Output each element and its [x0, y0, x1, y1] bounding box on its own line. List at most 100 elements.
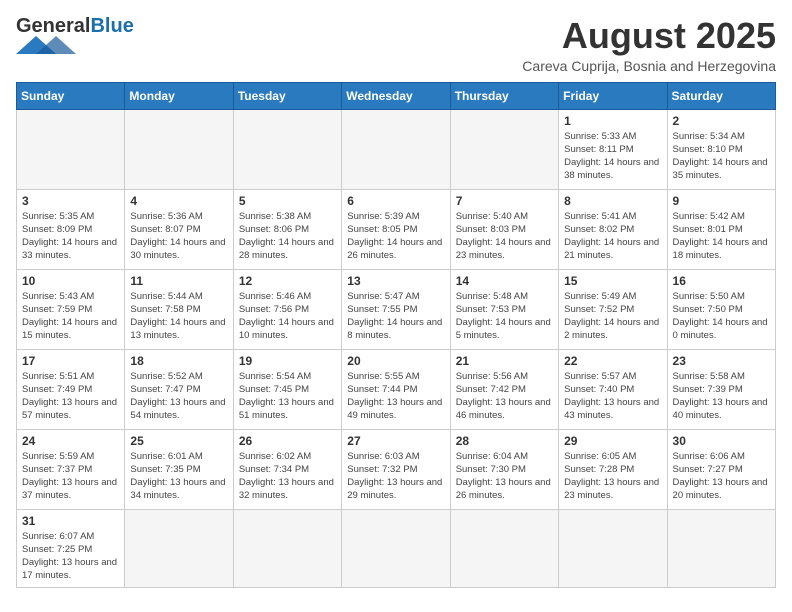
day-number: 9: [673, 194, 770, 208]
day-number: 26: [239, 434, 336, 448]
logo-text: GeneralBlue: [16, 16, 134, 36]
table-row: 10 Sunrise: 5:43 AM Sunset: 7:59 PM Dayli…: [17, 269, 125, 349]
table-row: 3 Sunrise: 5:35 AM Sunset: 8:09 PM Daylig…: [17, 189, 125, 269]
calendar-title: August 2025: [522, 16, 776, 56]
day-info: Sunrise: 6:06 AM Sunset: 7:27 PM Dayligh…: [673, 450, 770, 503]
table-row: 1Sunrise: 5:33 AM Sunset: 8:11 PM Daylig…: [559, 109, 667, 189]
calendar-week-row: 17Sunrise: 5:51 AM Sunset: 7:49 PM Dayli…: [17, 349, 776, 429]
calendar-subtitle: Careva Cuprija, Bosnia and Herzegovina: [522, 58, 776, 74]
table-row: 19 Sunrise: 5:54 AM Sunset: 7:45 PM Dayli…: [233, 349, 341, 429]
day-number: 24: [22, 434, 119, 448]
table-row: [559, 509, 667, 587]
table-row: 12Sunrise: 5:46 AM Sunset: 7:56 PM Dayli…: [233, 269, 341, 349]
day-number: 19: [239, 354, 336, 368]
day-info: Sunrise: 5:54 AM Sunset: 7:45 PM Dayligh…: [239, 370, 336, 423]
calendar-table: Sunday Monday Tuesday Wednesday Thursday…: [16, 82, 776, 588]
table-row: 6Sunrise: 5:39 AM Sunset: 8:05 PM Daylig…: [342, 189, 450, 269]
day-number: 21: [456, 354, 553, 368]
day-info: Sunrise: 5:42 AM Sunset: 8:01 PM Dayligh…: [673, 210, 770, 263]
day-number: 29: [564, 434, 661, 448]
day-number: 17: [22, 354, 119, 368]
day-info: Sunrise: 5:38 AM Sunset: 8:06 PM Dayligh…: [239, 210, 336, 263]
day-number: 3: [22, 194, 119, 208]
day-info: Sunrise: 5:59 AM Sunset: 7:37 PM Dayligh…: [22, 450, 119, 503]
table-row: 4Sunrise: 5:36 AM Sunset: 8:07 PM Daylig…: [125, 189, 233, 269]
table-row: 14 Sunrise: 5:48 AM Sunset: 7:53 PM Dayli…: [450, 269, 558, 349]
day-info: Sunrise: 5:48 AM Sunset: 7:53 PM Dayligh…: [456, 290, 553, 343]
table-row: 28Sunrise: 6:04 AM Sunset: 7:30 PM Dayli…: [450, 429, 558, 509]
day-number: 20: [347, 354, 444, 368]
day-info: Sunrise: 5:43 AM Sunset: 7:59 PM Dayligh…: [22, 290, 119, 343]
day-number: 27: [347, 434, 444, 448]
table-row: 2 Sunrise: 5:34 AM Sunset: 8:10 PM Daylig…: [667, 109, 775, 189]
day-info: Sunrise: 5:40 AM Sunset: 8:03 PM Dayligh…: [456, 210, 553, 263]
table-row: 29 Sunrise: 6:05 AM Sunset: 7:28 PM Dayli…: [559, 429, 667, 509]
day-number: 23: [673, 354, 770, 368]
header-friday: Friday: [559, 82, 667, 109]
table-row: 21 Sunrise: 5:56 AM Sunset: 7:42 PM Dayli…: [450, 349, 558, 429]
day-info: Sunrise: 5:56 AM Sunset: 7:42 PM Dayligh…: [456, 370, 553, 423]
day-info: Sunrise: 5:55 AM Sunset: 7:44 PM Dayligh…: [347, 370, 444, 423]
table-row: 24 Sunrise: 5:59 AM Sunset: 7:37 PM Dayli…: [17, 429, 125, 509]
day-info: Sunrise: 6:02 AM Sunset: 7:34 PM Dayligh…: [239, 450, 336, 503]
day-number: 13: [347, 274, 444, 288]
day-info: Sunrise: 5:57 AM Sunset: 7:40 PM Dayligh…: [564, 370, 661, 423]
calendar-week-row: 24 Sunrise: 5:59 AM Sunset: 7:37 PM Dayli…: [17, 429, 776, 509]
day-info: Sunrise: 5:58 AM Sunset: 7:39 PM Dayligh…: [673, 370, 770, 423]
table-row: 13 Sunrise: 5:47 AM Sunset: 7:55 PM Dayli…: [342, 269, 450, 349]
calendar-week-row: 31Sunrise: 6:07 AM Sunset: 7:25 PM Dayli…: [17, 509, 776, 587]
page-header: GeneralBlue August 2025 Careva Cuprija, …: [16, 16, 776, 74]
day-info: Sunrise: 5:34 AM Sunset: 8:10 PM Dayligh…: [673, 130, 770, 183]
day-info: Sunrise: 6:04 AM Sunset: 7:30 PM Dayligh…: [456, 450, 553, 503]
day-info: Sunrise: 5:47 AM Sunset: 7:55 PM Dayligh…: [347, 290, 444, 343]
table-row: 30 Sunrise: 6:06 AM Sunset: 7:27 PM Dayli…: [667, 429, 775, 509]
day-number: 15: [564, 274, 661, 288]
day-info: Sunrise: 6:05 AM Sunset: 7:28 PM Dayligh…: [564, 450, 661, 503]
day-info: Sunrise: 5:50 AM Sunset: 7:50 PM Dayligh…: [673, 290, 770, 343]
header-thursday: Thursday: [450, 82, 558, 109]
day-info: Sunrise: 5:36 AM Sunset: 8:07 PM Dayligh…: [130, 210, 227, 263]
header-saturday: Saturday: [667, 82, 775, 109]
table-row: 8 Sunrise: 5:41 AM Sunset: 8:02 PM Daylig…: [559, 189, 667, 269]
header-monday: Monday: [125, 82, 233, 109]
day-info: Sunrise: 6:01 AM Sunset: 7:35 PM Dayligh…: [130, 450, 227, 503]
day-number: 8: [564, 194, 661, 208]
day-number: 10: [22, 274, 119, 288]
table-row: 31Sunrise: 6:07 AM Sunset: 7:25 PM Dayli…: [17, 509, 125, 587]
table-row: [233, 509, 341, 587]
logo-general: General: [16, 15, 90, 37]
table-row: 16Sunrise: 5:50 AM Sunset: 7:50 PM Dayli…: [667, 269, 775, 349]
table-row: 27 Sunrise: 6:03 AM Sunset: 7:32 PM Dayli…: [342, 429, 450, 509]
table-row: [17, 109, 125, 189]
calendar-week-row: 3 Sunrise: 5:35 AM Sunset: 8:09 PM Daylig…: [17, 189, 776, 269]
day-info: Sunrise: 5:52 AM Sunset: 7:47 PM Dayligh…: [130, 370, 227, 423]
day-number: 30: [673, 434, 770, 448]
day-number: 25: [130, 434, 227, 448]
table-row: 11 Sunrise: 5:44 AM Sunset: 7:58 PM Dayli…: [125, 269, 233, 349]
day-info: Sunrise: 6:03 AM Sunset: 7:32 PM Dayligh…: [347, 450, 444, 503]
table-row: 20 Sunrise: 5:55 AM Sunset: 7:44 PM Dayli…: [342, 349, 450, 429]
day-info: Sunrise: 5:44 AM Sunset: 7:58 PM Dayligh…: [130, 290, 227, 343]
table-row: 18Sunrise: 5:52 AM Sunset: 7:47 PM Dayli…: [125, 349, 233, 429]
day-number: 2: [673, 114, 770, 128]
table-row: 22Sunrise: 5:57 AM Sunset: 7:40 PM Dayli…: [559, 349, 667, 429]
table-row: 9 Sunrise: 5:42 AM Sunset: 8:01 PM Daylig…: [667, 189, 775, 269]
table-row: [342, 109, 450, 189]
table-row: [450, 109, 558, 189]
day-info: Sunrise: 5:41 AM Sunset: 8:02 PM Dayligh…: [564, 210, 661, 263]
day-number: 11: [130, 274, 227, 288]
day-number: 12: [239, 274, 336, 288]
table-row: 17Sunrise: 5:51 AM Sunset: 7:49 PM Dayli…: [17, 349, 125, 429]
day-info: Sunrise: 5:49 AM Sunset: 7:52 PM Dayligh…: [564, 290, 661, 343]
table-row: [450, 509, 558, 587]
logo-blue: Blue: [90, 15, 133, 37]
weekday-header-row: Sunday Monday Tuesday Wednesday Thursday…: [17, 82, 776, 109]
table-row: 15 Sunrise: 5:49 AM Sunset: 7:52 PM Dayli…: [559, 269, 667, 349]
calendar-week-row: 1Sunrise: 5:33 AM Sunset: 8:11 PM Daylig…: [17, 109, 776, 189]
day-number: 5: [239, 194, 336, 208]
day-info: Sunrise: 5:35 AM Sunset: 8:09 PM Dayligh…: [22, 210, 119, 263]
table-row: 23 Sunrise: 5:58 AM Sunset: 7:39 PM Dayli…: [667, 349, 775, 429]
day-number: 7: [456, 194, 553, 208]
day-number: 14: [456, 274, 553, 288]
logo: GeneralBlue: [16, 16, 134, 54]
